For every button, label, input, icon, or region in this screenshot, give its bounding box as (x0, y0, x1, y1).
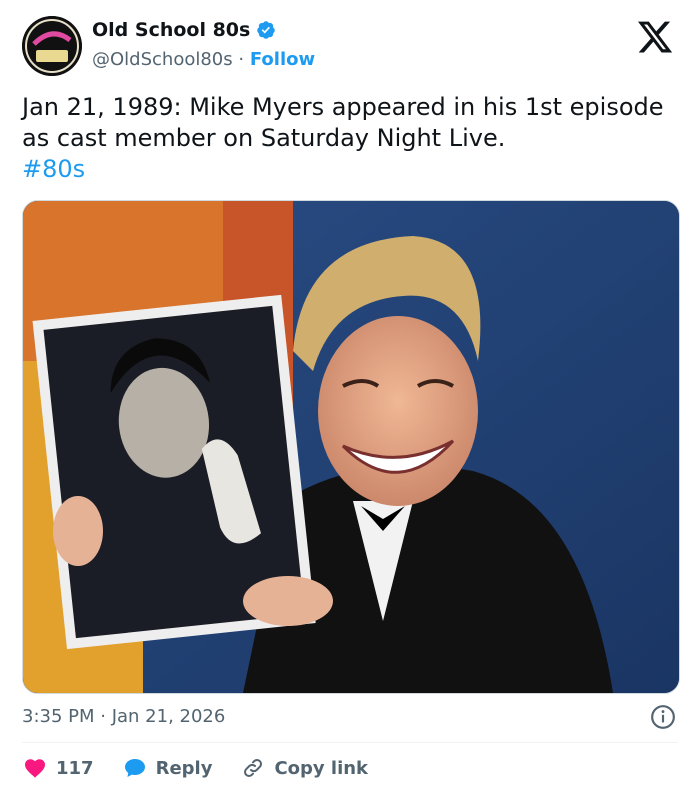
author-handle[interactable]: @OldSchool80s (92, 49, 233, 70)
tweet-card: Old School 80s @OldSchool80s · Follow Ja… (0, 0, 700, 796)
photo-icon (23, 201, 679, 693)
tweet-photo[interactable] (22, 200, 680, 694)
avatar-logo-icon (22, 16, 82, 76)
heart-icon (25, 759, 45, 778)
link-icon (244, 759, 263, 777)
info-icon[interactable] (650, 704, 676, 730)
verified-badge-icon (257, 21, 276, 39)
timestamp[interactable]: 3:35 PM · Jan 21, 2026 (22, 705, 225, 729)
follow-button[interactable]: Follow (250, 49, 315, 70)
author-block: Old School 80s @OldSchool80s · Follow (92, 18, 315, 72)
like-button[interactable]: 117 (22, 756, 94, 780)
tweet-text: Jan 21, 1989: Mike Myers appeared in his… (22, 92, 672, 185)
copy-link-button[interactable]: Copy link (240, 756, 368, 780)
copy-link-label: Copy link (274, 757, 369, 779)
separator-dot: · (238, 49, 245, 70)
hashtag-link[interactable]: #80s (22, 155, 85, 183)
x-logo-icon[interactable] (636, 18, 674, 56)
action-bar: 117 Reply Copy link (22, 754, 396, 782)
reply-button[interactable]: Reply (122, 756, 213, 780)
avatar[interactable] (22, 16, 82, 76)
like-count: 117 (56, 757, 94, 779)
divider (22, 742, 678, 743)
reply-bubble-icon (124, 759, 145, 777)
reply-label: Reply (155, 757, 213, 779)
tweet-body: Jan 21, 1989: Mike Myers appeared in his… (22, 93, 664, 152)
author-name[interactable]: Old School 80s (92, 18, 250, 42)
